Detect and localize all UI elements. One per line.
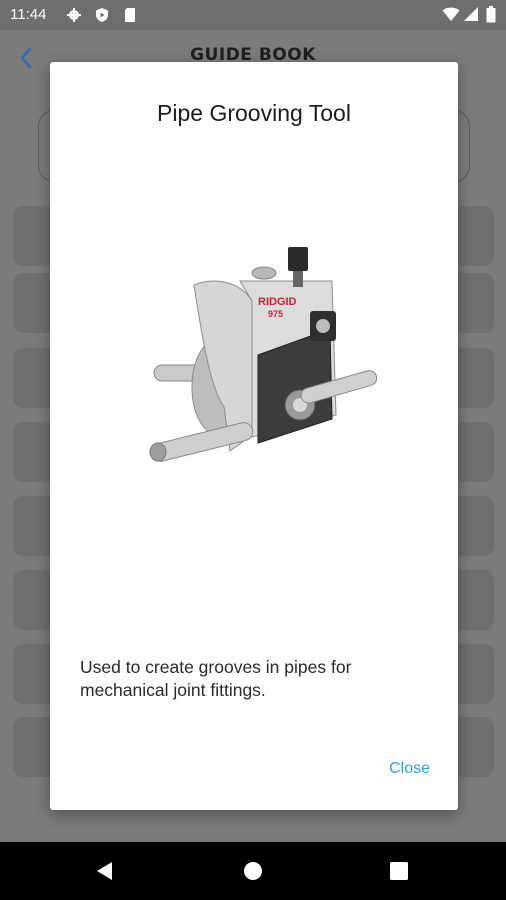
navigation-bar — [0, 842, 506, 900]
status-time: 11:44 — [10, 6, 47, 23]
close-button[interactable]: Close — [389, 760, 430, 778]
signal-icon — [464, 7, 478, 21]
sd-card-icon — [125, 8, 135, 22]
info-dialog: Pipe Grooving Tool RIDGID 975 Used to cr… — [50, 62, 458, 810]
battery-icon — [486, 6, 496, 23]
status-bar: 11:44 — [0, 0, 506, 30]
pipe-grooving-tool-image: RIDGID 975 — [149, 247, 378, 462]
home-circle-icon[interactable] — [240, 858, 266, 884]
dialog-title: Pipe Grooving Tool — [157, 100, 351, 126]
wifi-icon — [442, 7, 460, 21]
settings-icon — [67, 8, 81, 22]
back-triangle-icon[interactable] — [92, 858, 118, 884]
brand-label: RIDGID — [258, 296, 297, 308]
shield-icon — [96, 8, 108, 22]
dialog-description: Used to create grooves in pipes for mech… — [80, 657, 352, 700]
recents-square-icon[interactable] — [386, 858, 412, 884]
model-label: 975 — [268, 309, 283, 319]
